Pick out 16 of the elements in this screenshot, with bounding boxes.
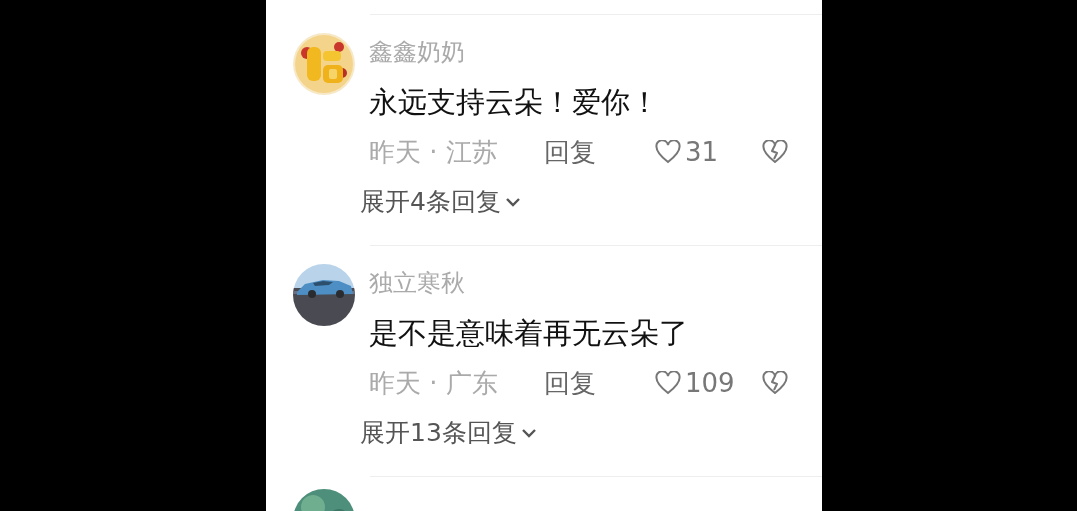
expand-replies-button[interactable]: 展开13条回复 [360, 408, 537, 458]
comment-meta: 昨天 · 江苏 [369, 135, 499, 169]
heart-icon [655, 371, 681, 395]
chevron-down-icon [504, 197, 521, 207]
comment-meta: 昨天 · 广东 [369, 366, 499, 400]
like-button[interactable]: 109 [655, 368, 762, 398]
like-button[interactable]: 31 [655, 137, 762, 167]
comment-text: 是不是意味着再无云朵了 [369, 315, 688, 352]
broken-heart-icon[interactable] [762, 140, 788, 164]
comment-text: 永远支持云朵！爱你！ [369, 84, 659, 121]
heart-icon [655, 140, 681, 164]
reply-button[interactable]: 回复 [544, 134, 655, 170]
chevron-down-icon [520, 428, 537, 438]
expand-replies-button[interactable]: 展开4条回复 [360, 177, 521, 227]
broken-heart-icon[interactable] [762, 371, 788, 395]
reply-button[interactable]: 回复 [544, 365, 655, 401]
